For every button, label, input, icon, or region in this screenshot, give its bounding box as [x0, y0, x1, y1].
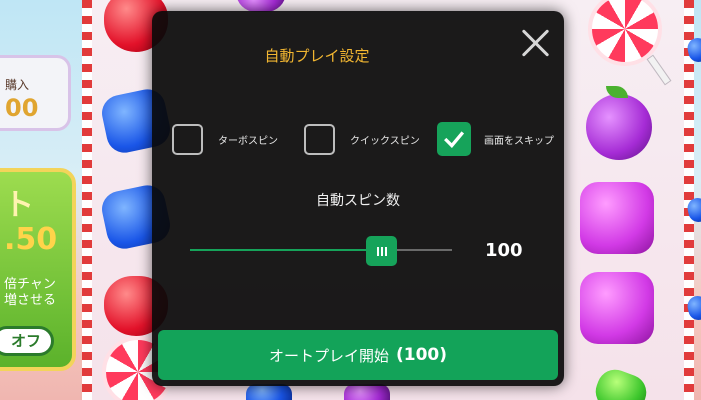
grape-icon	[344, 384, 390, 400]
turbo-spin-checkbox[interactable]	[172, 123, 203, 155]
spin-count-slider-fill	[190, 249, 382, 251]
close-icon[interactable]	[520, 28, 550, 58]
turbo-spin-label: ターボスピン	[218, 135, 278, 147]
start-autoplay-button[interactable]: オートプレイ開始 (100)	[158, 330, 558, 380]
ante-bet-toggle[interactable]: オフ	[0, 326, 54, 356]
plum-icon	[586, 94, 652, 160]
quick-spin-option[interactable]: クイックスピン	[304, 122, 420, 156]
ante-bet-value: .50	[4, 222, 58, 257]
spin-count-slider-track[interactable]	[190, 249, 452, 251]
start-autoplay-label: オートプレイ開始	[268, 346, 389, 365]
reel-border-left	[82, 0, 92, 400]
purple-square-candy-icon	[580, 272, 654, 344]
checkmark-icon	[444, 131, 465, 148]
buy-feature-panel[interactable]: 購入 00	[0, 55, 71, 131]
quick-spin-label: クイックスピン	[350, 135, 420, 147]
start-autoplay-count: (100)	[395, 345, 448, 365]
auto-spin-count-title: 自動スピン数	[316, 193, 400, 209]
purple-square-candy-icon	[580, 182, 654, 254]
ante-bet-description: 倍チャン 増させる	[4, 277, 57, 308]
ante-bet-title: ト	[4, 188, 34, 223]
buy-feature-label: 購入	[5, 78, 30, 92]
turbo-spin-option[interactable]: ターボスピン	[172, 122, 278, 156]
spin-count-value: 100	[485, 240, 523, 261]
skip-screens-label: 画面をスキップ	[484, 135, 554, 147]
buy-feature-amount: 00	[5, 94, 39, 122]
dialog-title: 自動プレイ設定	[264, 47, 370, 65]
spin-count-slider-handle[interactable]	[366, 236, 398, 266]
skip-screens-checkbox[interactable]	[437, 122, 471, 156]
quick-spin-checkbox[interactable]	[304, 123, 335, 155]
autoplay-settings-dialog: 自動プレイ設定 ターボスピン クイックスピン 画面をスキップ 自動スピン数 10…	[152, 11, 564, 386]
skip-screens-option[interactable]: 画面をスキップ	[437, 122, 554, 156]
grape-icon	[246, 384, 292, 400]
